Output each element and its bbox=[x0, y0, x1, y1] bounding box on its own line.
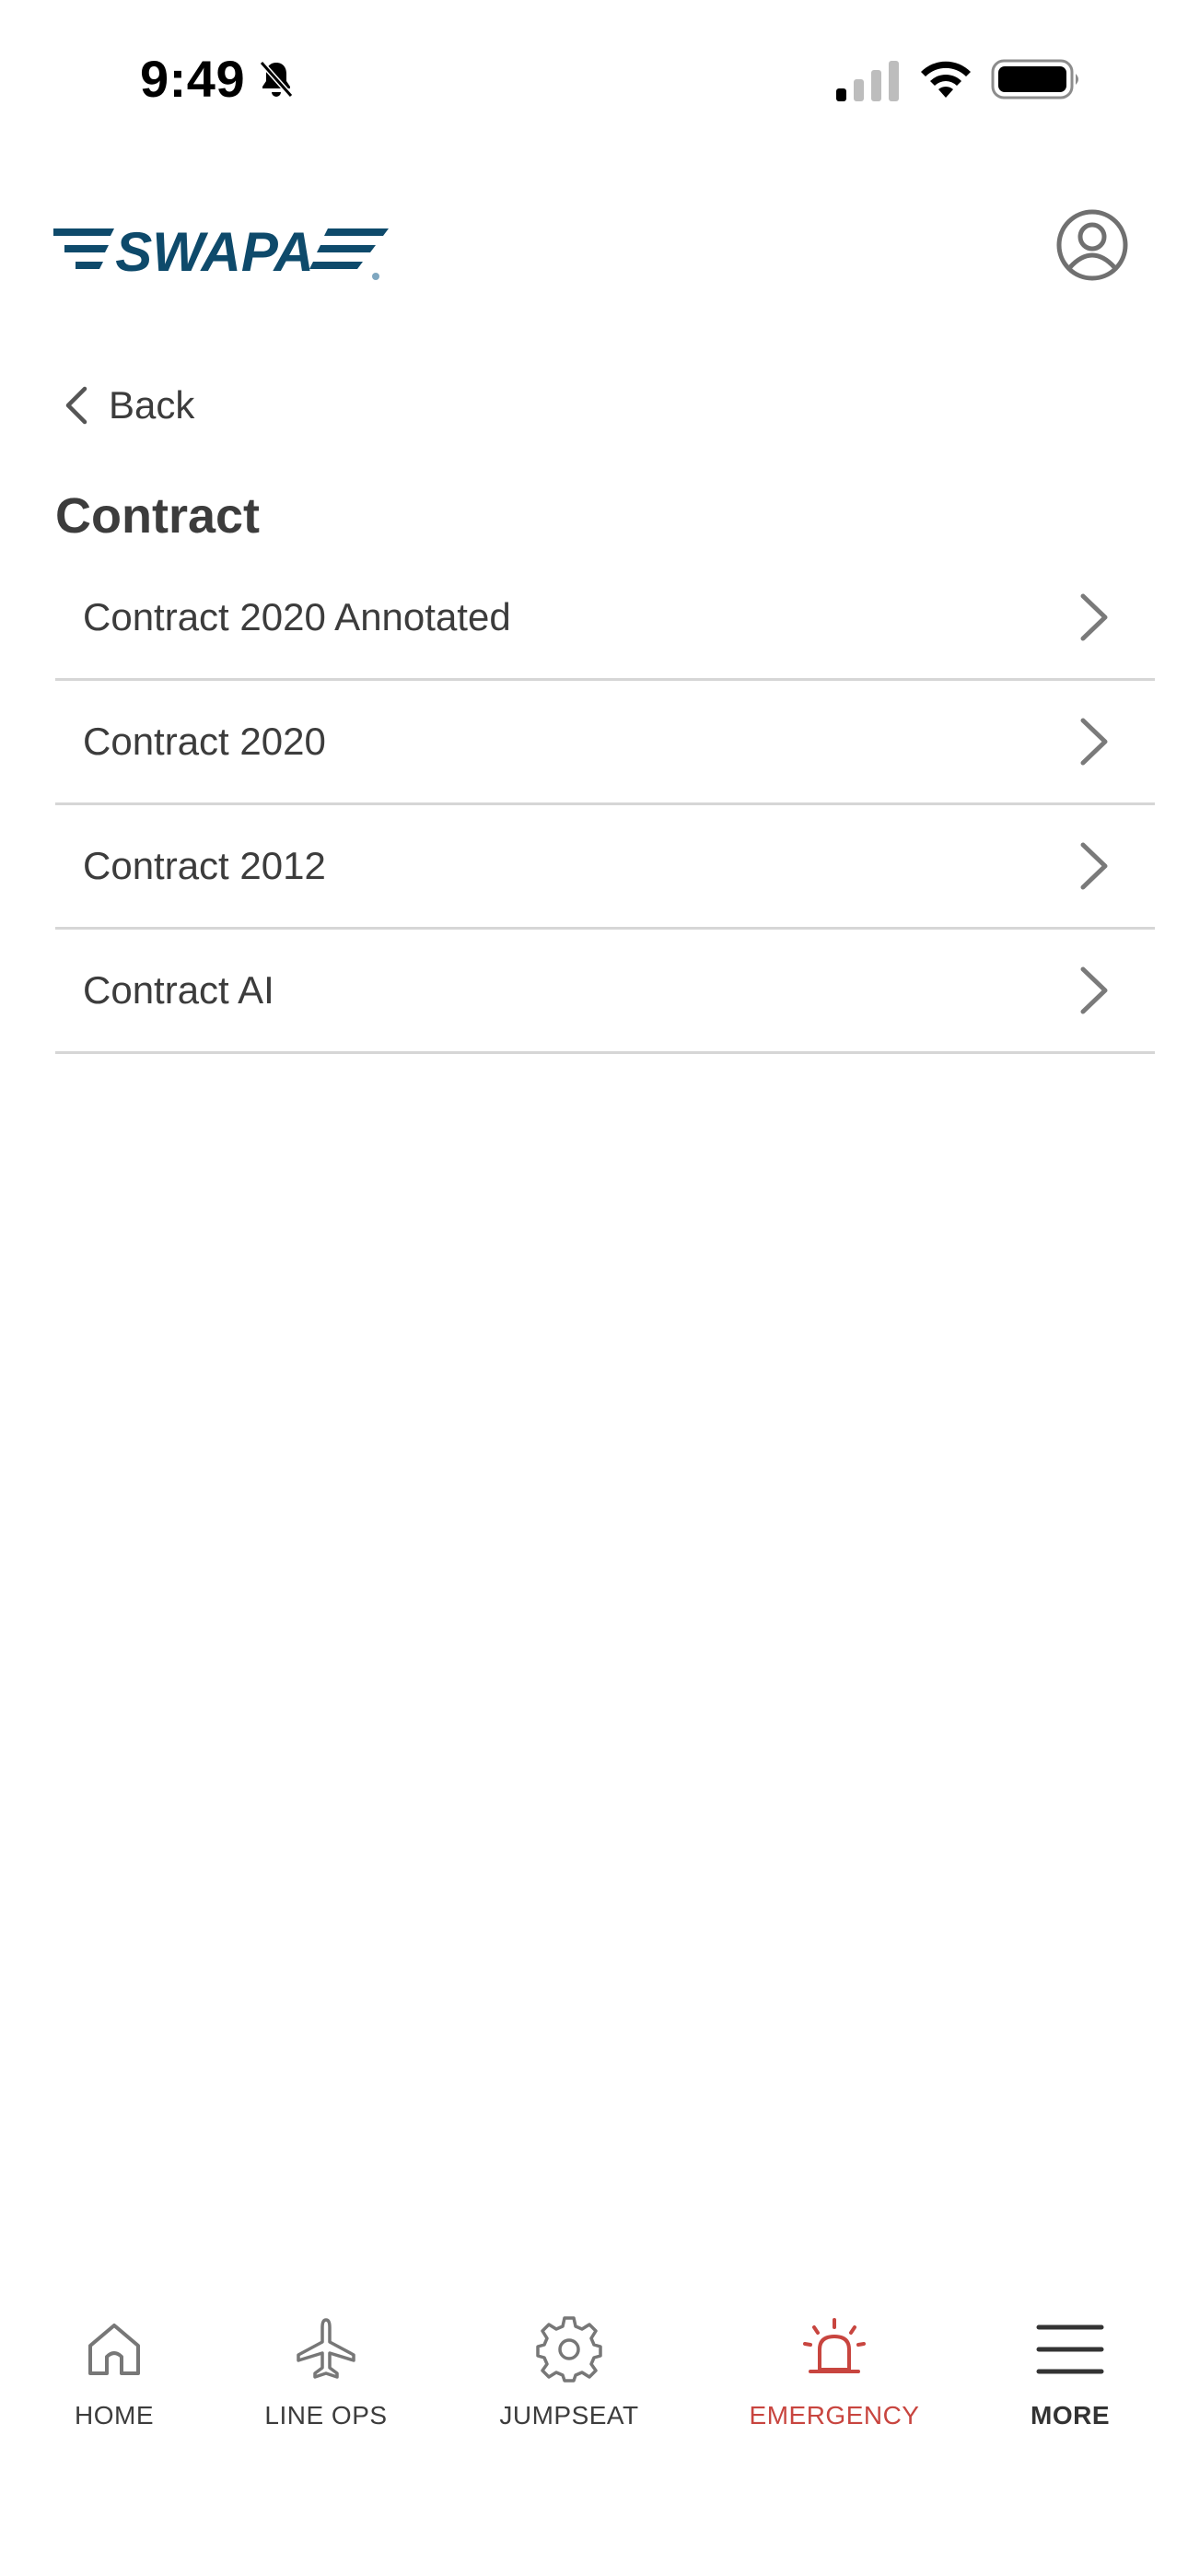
gear-icon bbox=[536, 2316, 602, 2383]
swapa-logo: SWAPA bbox=[53, 221, 389, 283]
bell-slash-icon bbox=[259, 61, 294, 98]
chevron-left-icon bbox=[65, 386, 87, 425]
alarm-siren-icon bbox=[803, 2318, 866, 2373]
cellular-signal-icon bbox=[836, 61, 899, 101]
tab-label: JUMPSEAT bbox=[499, 2401, 639, 2430]
tab-line-ops[interactable]: LINE OPS bbox=[225, 2290, 427, 2456]
tab-label: EMERGENCY bbox=[749, 2401, 920, 2430]
status-time: 9:49 bbox=[140, 50, 246, 108]
list-item-label: Contract 2012 bbox=[83, 844, 326, 887]
list-item-contract-2020-annotated[interactable]: Contract 2020 Annotated bbox=[55, 556, 1155, 681]
list-item-label: Contract 2020 Annotated bbox=[83, 595, 511, 638]
hamburger-menu-icon bbox=[1036, 2324, 1104, 2374]
tab-more[interactable]: MORE bbox=[969, 2290, 1171, 2456]
list-item-contract-ai[interactable]: Contract AI bbox=[55, 930, 1155, 1054]
list-item-label: Contract 2020 bbox=[83, 720, 326, 763]
logo-text: SWAPA bbox=[115, 221, 314, 283]
chevron-right-icon bbox=[1080, 842, 1108, 890]
contract-list: Contract 2020 Annotated Contract 2020 Co… bbox=[55, 556, 1155, 1054]
bottom-tab-bar: HOME LINE OPS JUMPSEAT EMERGENCY MORE bbox=[0, 2290, 1188, 2475]
list-item-label: Contract AI bbox=[83, 968, 274, 1012]
chevron-right-icon bbox=[1080, 718, 1108, 766]
tab-home[interactable]: HOME bbox=[13, 2290, 215, 2456]
battery-icon bbox=[991, 59, 1078, 100]
back-button[interactable]: Back bbox=[64, 378, 194, 433]
tab-emergency[interactable]: EMERGENCY bbox=[733, 2290, 936, 2456]
tab-label: MORE bbox=[1031, 2401, 1110, 2430]
airplane-icon bbox=[297, 2318, 355, 2379]
screen: 9:49 SWAPA Back Contract Contract 2020 A… bbox=[0, 0, 1188, 2576]
status-bar: 9:49 bbox=[0, 0, 1188, 157]
list-item-contract-2012[interactable]: Contract 2012 bbox=[55, 805, 1155, 930]
list-item-contract-2020[interactable]: Contract 2020 bbox=[55, 681, 1155, 805]
user-circle-icon[interactable] bbox=[1055, 208, 1129, 282]
tab-jumpseat[interactable]: JUMPSEAT bbox=[468, 2290, 670, 2456]
tab-label: LINE OPS bbox=[264, 2401, 388, 2430]
home-icon bbox=[88, 2324, 140, 2375]
chevron-right-icon bbox=[1080, 966, 1108, 1014]
page-title: Contract bbox=[55, 488, 261, 544]
home-indicator-area bbox=[0, 2515, 1188, 2576]
chevron-right-icon bbox=[1080, 593, 1108, 641]
tab-label: HOME bbox=[75, 2401, 154, 2430]
wifi-icon bbox=[921, 61, 971, 98]
back-label: Back bbox=[109, 383, 195, 427]
